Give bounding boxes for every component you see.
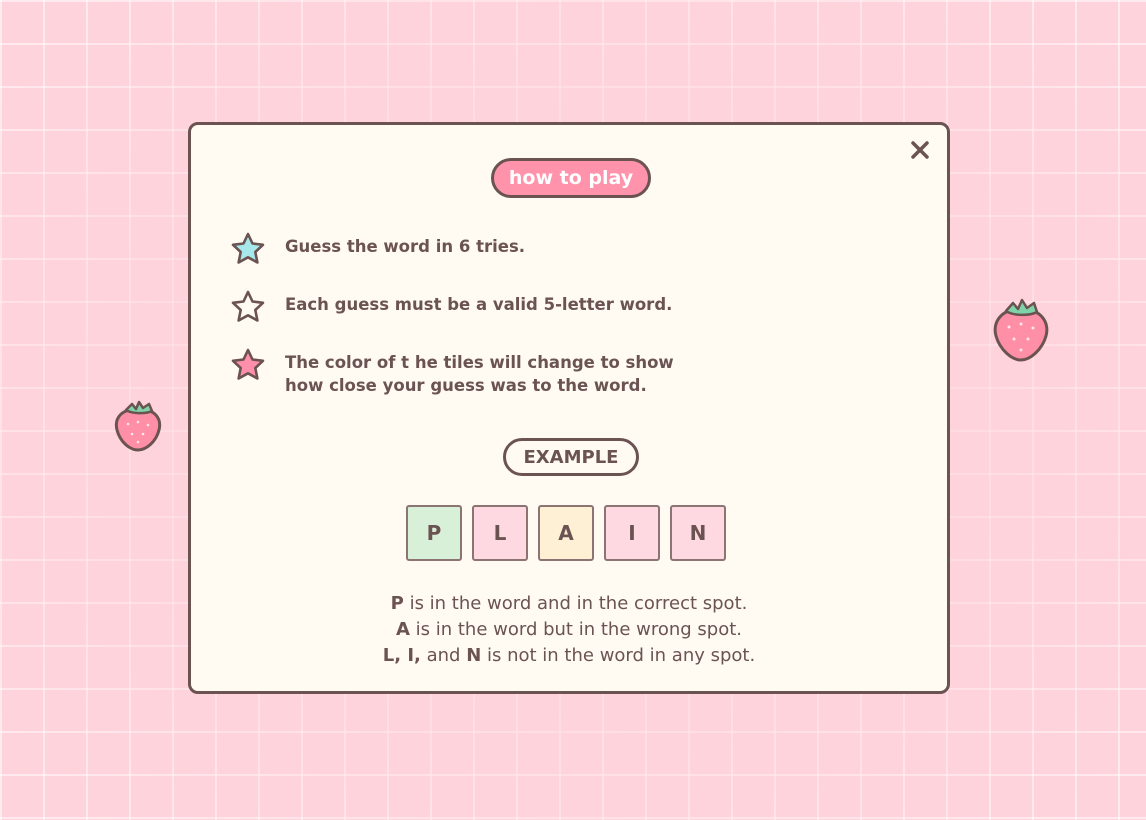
tile-legend: P is in the word and in the correct spot… [191,591,947,669]
rule-text: Each guess must be a valid 5-letter word… [285,295,673,314]
example-tiles: P L A I N [406,505,726,561]
tile-correct: P [406,505,462,561]
tile-absent: N [670,505,726,561]
rule-item: Each guess must be a valid 5-letter word… [229,289,672,325]
legend-line-absent: L, I, and N is not in the word in any sp… [382,645,756,666]
legend-line-present: A is in the word but in the wrong spot. [395,619,742,640]
tile-absent: L [472,505,528,561]
rule-item: Guess the word in 6 tries. [229,231,525,267]
star-blue-icon [231,232,265,264]
tile-present: A [538,505,594,561]
close-icon[interactable] [907,137,933,163]
tile-absent: I [604,505,660,561]
how-to-play-modal: how to play Guess the word in 6 tries. E… [188,122,950,694]
modal-title: how to play [491,158,651,198]
strawberry-icon [993,298,1049,362]
legend-line-correct: P is in the word and in the correct spot… [390,593,748,614]
rule-item: The color of t he tiles will change to s… [229,347,674,397]
star-pink-icon [231,348,265,380]
rule-text: The color of t he tiles will change to s… [285,353,674,395]
close-button[interactable] [907,137,933,163]
strawberry-icon [114,400,162,452]
star-outline-icon [231,290,265,322]
example-label: EXAMPLE [503,438,639,476]
rule-text: Guess the word in 6 tries. [285,237,526,256]
